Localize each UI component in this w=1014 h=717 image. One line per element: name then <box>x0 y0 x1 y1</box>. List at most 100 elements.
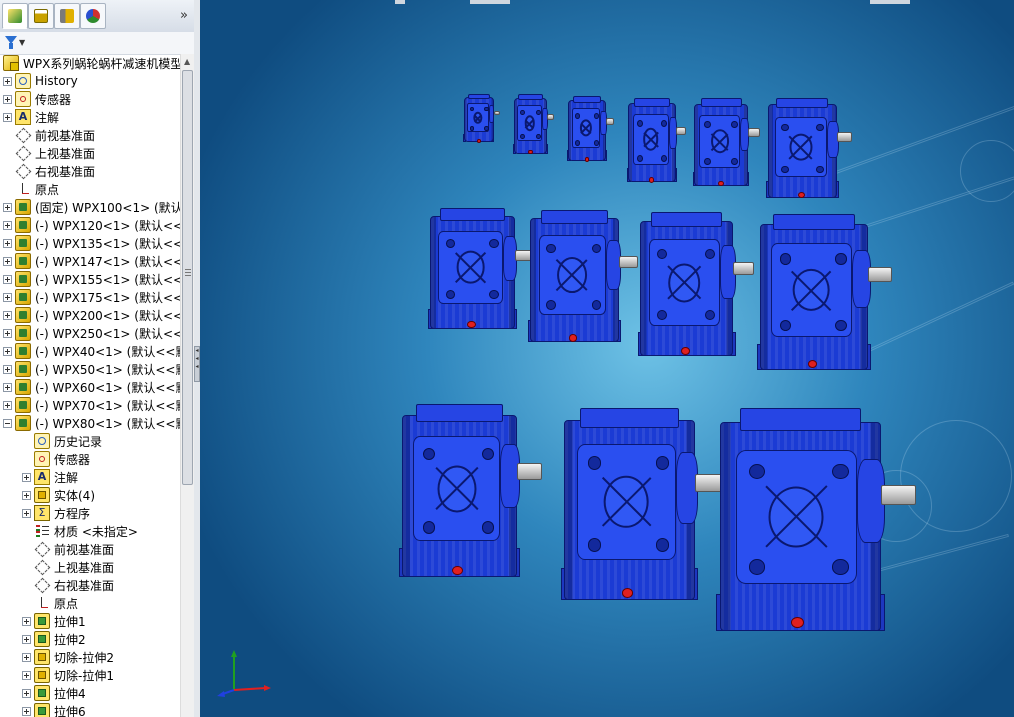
tree-item[interactable]: 切除-拉伸2 <box>22 648 114 666</box>
gearbox-output-shaft <box>546 114 554 121</box>
gearbox-model[interactable] <box>527 210 638 348</box>
expand-icon[interactable] <box>22 634 31 644</box>
expand-icon[interactable] <box>22 652 31 662</box>
expand-icon[interactable] <box>3 364 12 374</box>
solid-bodies-icon <box>34 487 50 503</box>
expand-icon[interactable] <box>3 400 12 410</box>
expand-icon[interactable] <box>22 472 31 482</box>
tree-item[interactable]: 右视基准面 <box>3 162 95 180</box>
gearbox-model[interactable] <box>766 98 852 202</box>
gearbox-bolt <box>748 559 765 575</box>
expand-icon[interactable] <box>22 706 31 716</box>
tree-item[interactable]: 拉伸1 <box>22 612 86 630</box>
tree-item[interactable]: A 注解 <box>3 108 59 126</box>
expand-icon[interactable] <box>3 346 12 356</box>
expand-icon[interactable] <box>3 112 12 122</box>
tree-item[interactable]: 前视基准面 <box>22 540 114 558</box>
tree-item[interactable]: (-) WPX80<1> (默认<<默 <box>3 414 180 432</box>
collapse-icon[interactable] <box>3 418 12 428</box>
expand-icon[interactable] <box>3 256 12 266</box>
expand-icon[interactable] <box>3 202 12 212</box>
gearbox-bolt <box>779 253 792 265</box>
scroll-up-arrow-icon[interactable]: ▲ <box>184 57 190 66</box>
expand-icon[interactable] <box>22 616 31 626</box>
expand-icon[interactable] <box>3 274 12 284</box>
tree-item[interactable]: 上视基准面 <box>3 144 95 162</box>
gearbox-model[interactable] <box>757 214 892 376</box>
expand-icon[interactable] <box>3 76 12 86</box>
appearance-tab[interactable] <box>80 3 106 29</box>
origin-icon <box>34 595 50 611</box>
graphics-viewport[interactable] <box>200 0 1014 717</box>
gearbox-bolt <box>637 119 644 127</box>
tree-item[interactable]: 右视基准面 <box>22 576 114 594</box>
scroll-thumb[interactable] <box>182 70 193 485</box>
tree-item[interactable]: 实体(4) <box>22 486 95 504</box>
appearance-wheel-icon <box>86 9 100 23</box>
gearbox-bolt <box>422 521 435 534</box>
configurationmanager-tab[interactable] <box>54 3 80 29</box>
expand-icon[interactable] <box>3 382 12 392</box>
tree-item[interactable]: (-) WPX175<1> (默认<< <box>3 288 180 306</box>
extrude-icon <box>34 703 50 717</box>
expand-icon[interactable] <box>3 328 12 338</box>
expand-icon[interactable] <box>3 238 12 248</box>
gearbox-model[interactable] <box>463 94 500 144</box>
tree-item[interactable]: (-) WPX40<1> (默认<<默 <box>3 342 180 360</box>
gearbox-model[interactable] <box>637 212 754 362</box>
gearbox-drain-plug <box>681 347 690 355</box>
more-tabs-button[interactable]: » <box>180 8 188 23</box>
expand-icon[interactable] <box>3 310 12 320</box>
filter-dropdown-arrow-icon[interactable]: ▼ <box>19 38 25 47</box>
gearbox-model[interactable] <box>692 98 760 190</box>
expand-icon[interactable] <box>3 94 12 104</box>
tree-item[interactable]: 切除-拉伸1 <box>22 666 114 684</box>
expand-icon[interactable] <box>22 490 31 500</box>
tree-item[interactable]: Σ 方程序 <box>22 504 90 522</box>
tree-item[interactable]: 拉伸6 <box>22 702 86 717</box>
gearbox-model[interactable] <box>567 96 614 164</box>
tree-item[interactable]: 传感器 <box>22 450 90 468</box>
expand-icon[interactable] <box>3 220 12 230</box>
expand-icon[interactable] <box>22 508 31 518</box>
expand-icon[interactable] <box>22 670 31 680</box>
tree-item[interactable]: 原点 <box>3 180 59 198</box>
tree-item[interactable]: (固定) WPX100<1> (默认 <box>3 198 180 216</box>
gearbox-model[interactable] <box>399 404 542 584</box>
tree-item[interactable]: (-) WPX200<1> (默认<< <box>3 306 180 324</box>
tree-item[interactable]: 材质 <未指定> <box>22 522 138 540</box>
tree-item[interactable]: 历史记录 <box>22 432 102 450</box>
tree-item[interactable]: 传感器 <box>3 90 71 108</box>
tree-item[interactable]: (-) WPX70<1> (默认<<默 <box>3 396 180 414</box>
tree-item[interactable]: (-) WPX120<1> (默认<< <box>3 216 180 234</box>
tree-item[interactable]: 上视基准面 <box>22 558 114 576</box>
gearbox-output-shaft <box>836 132 852 142</box>
tree-item[interactable]: (-) WPX147<1> (默认<< <box>3 252 180 270</box>
tree-item[interactable]: (-) WPX50<1> (默认<<默 <box>3 360 180 378</box>
tree-item[interactable]: A 注解 <box>22 468 78 486</box>
tree-item[interactable]: (-) WPX155<1> (默认<< <box>3 270 180 288</box>
tree-item[interactable]: 原点 <box>22 594 78 612</box>
gearbox-bolt <box>546 299 556 310</box>
expand-icon[interactable] <box>22 688 31 698</box>
gearbox-model[interactable] <box>716 408 916 640</box>
gearbox-model[interactable] <box>560 408 724 608</box>
tree-item[interactable]: History <box>3 72 78 90</box>
expand-icon[interactable] <box>3 292 12 302</box>
filter-icon[interactable] <box>5 36 17 49</box>
gearbox-drain-plug <box>476 139 482 143</box>
featuremanager-tab[interactable] <box>2 3 28 29</box>
tree-item[interactable]: 拉伸4 <box>22 684 86 702</box>
tree-item[interactable]: (-) WPX250<1> (默认<< <box>3 324 180 342</box>
gearbox-model[interactable] <box>427 208 534 334</box>
tree-item[interactable]: (-) WPX60<1> (默认<<默 <box>3 378 180 396</box>
gearbox-model[interactable] <box>513 94 554 156</box>
tree-root[interactable]: WPX系列蜗轮蜗杆减速机模型 ▲ <box>3 54 180 72</box>
propertymanager-tab[interactable] <box>28 3 54 29</box>
tree-item[interactable]: 拉伸2 <box>22 630 86 648</box>
tree-scrollbar[interactable]: ▲ <box>180 54 195 717</box>
tree-item[interactable]: (-) WPX135<1> (默认<< <box>3 234 180 252</box>
gearbox-model[interactable] <box>626 98 686 186</box>
tree-item[interactable]: 前视基准面 <box>3 126 95 144</box>
